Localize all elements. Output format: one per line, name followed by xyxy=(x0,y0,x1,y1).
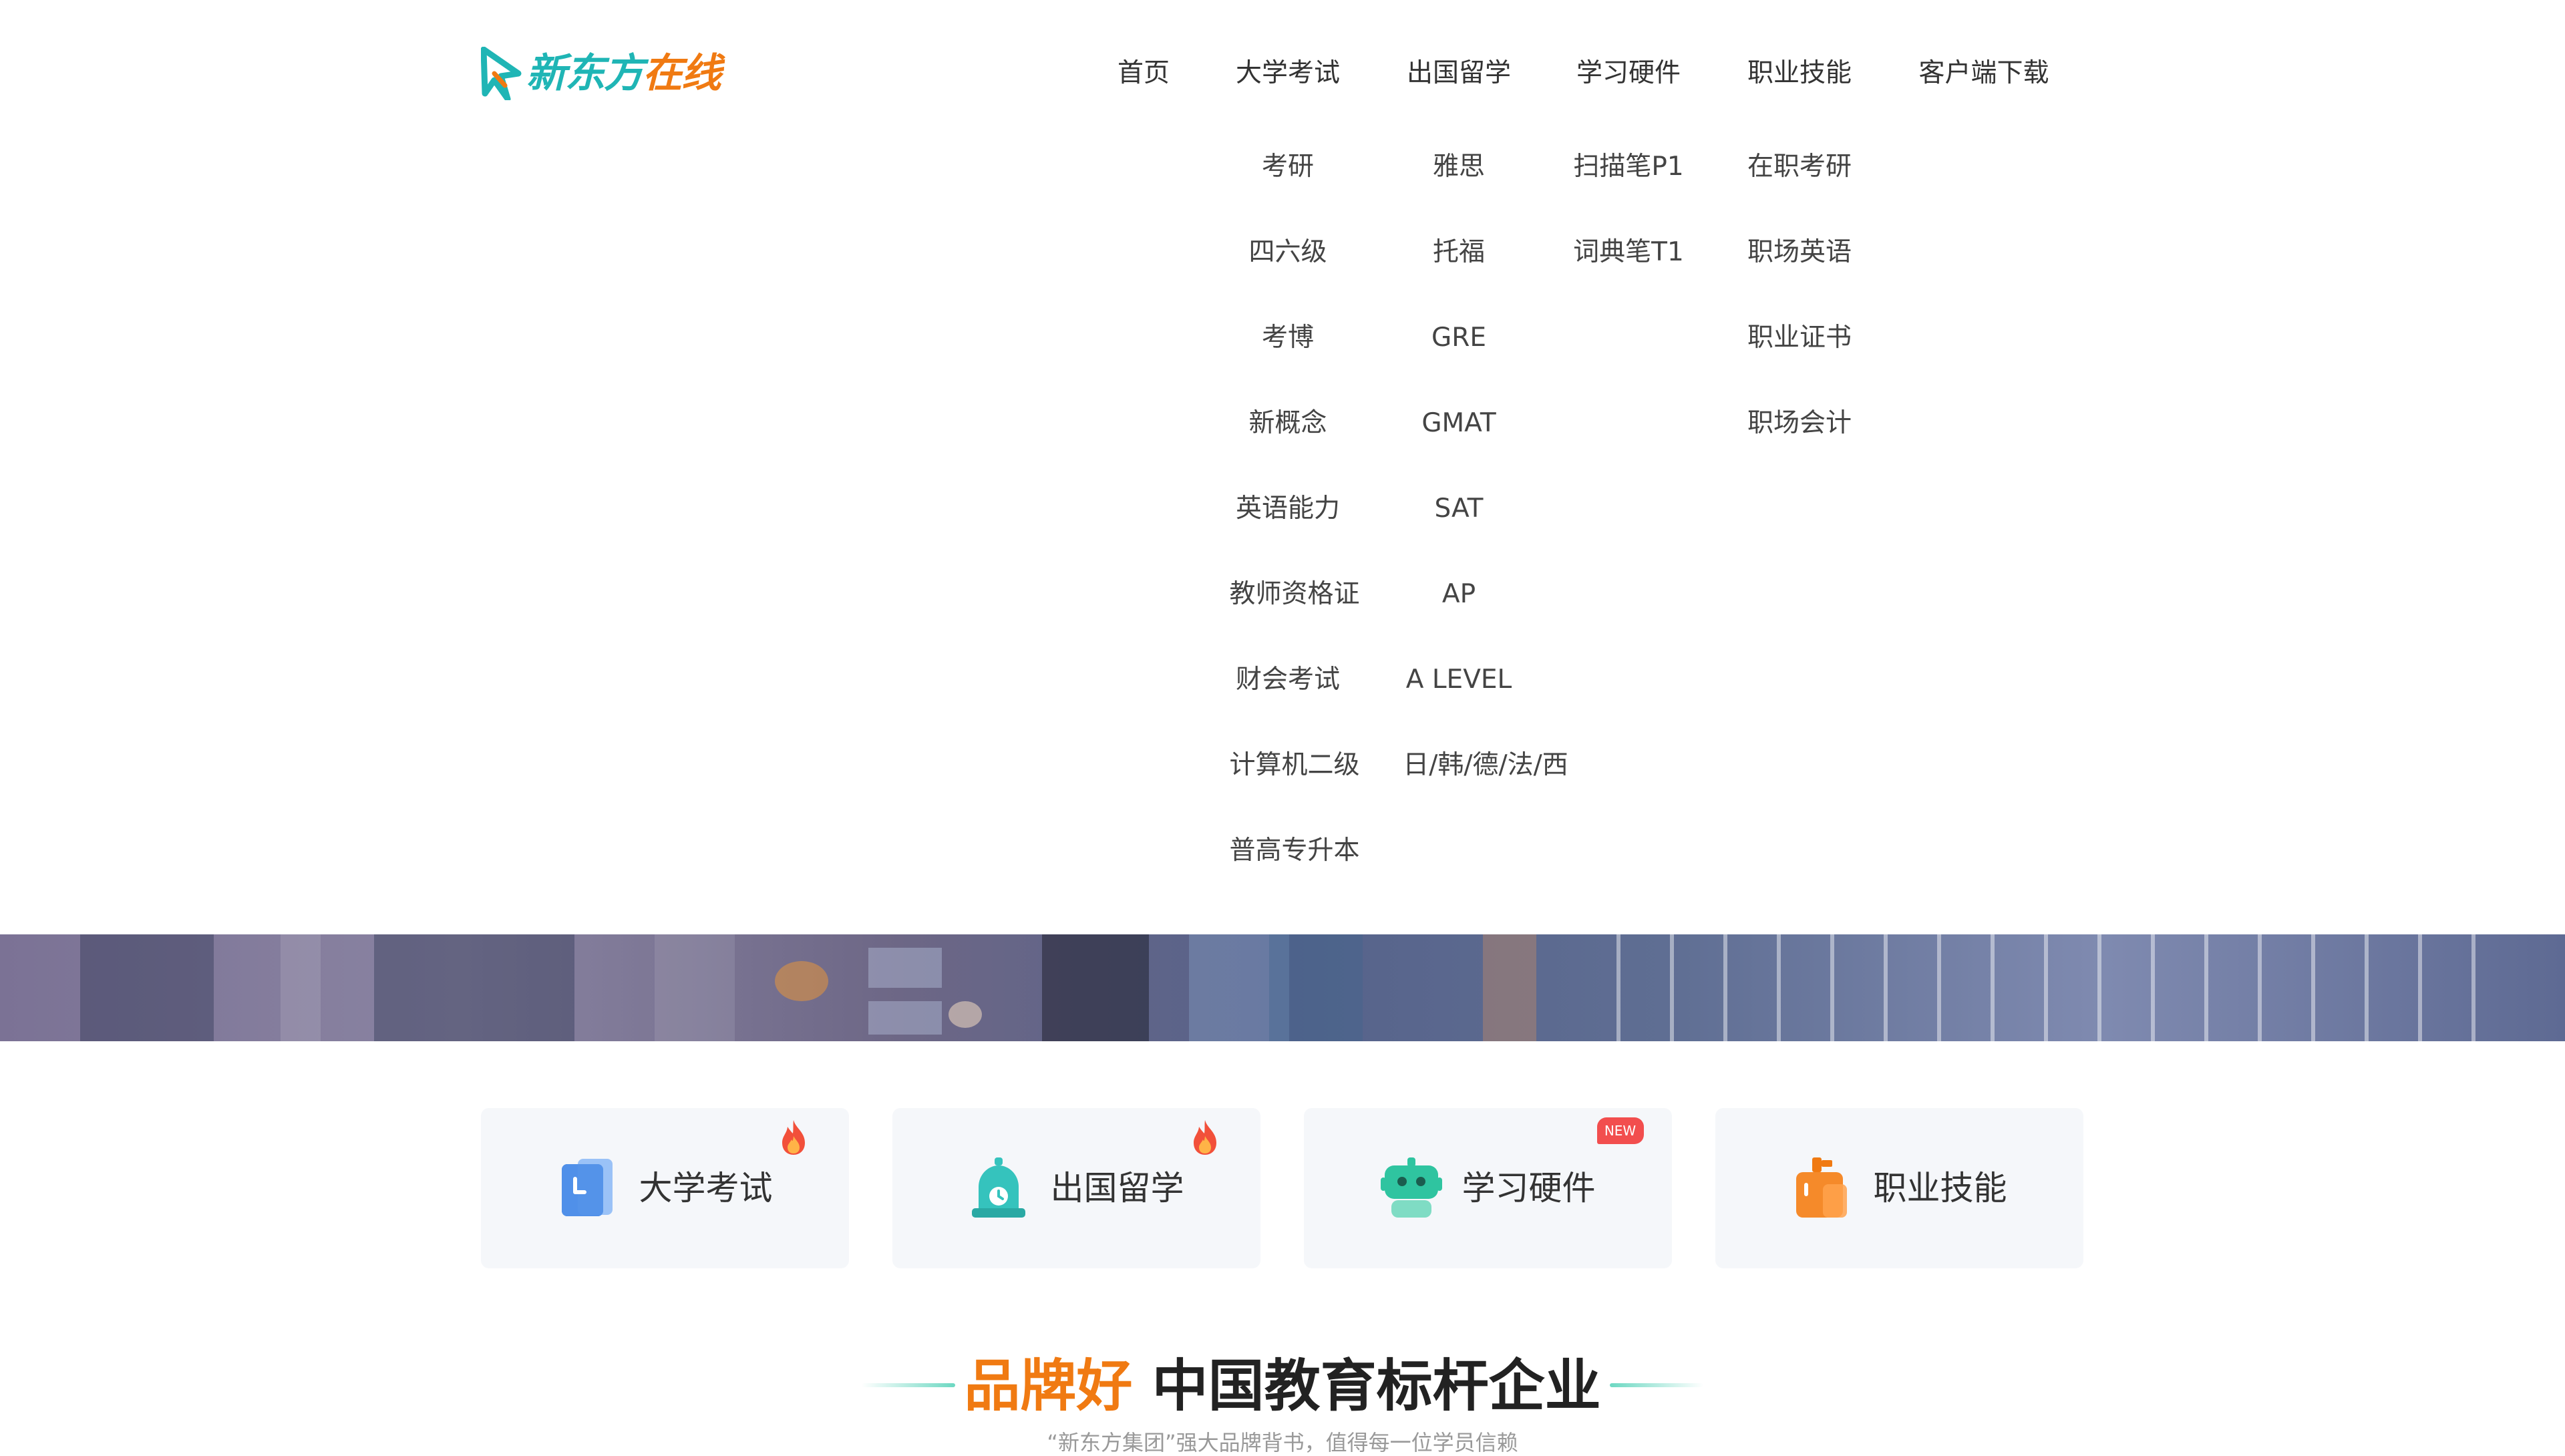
site-logo[interactable]: 新东方在线 xyxy=(481,44,721,103)
fire-icon xyxy=(782,1120,805,1155)
card-label: 职业技能 xyxy=(1873,1169,2007,1208)
submenu-item-career-cert[interactable]: 职业证书 xyxy=(1719,318,1880,358)
submenu-item-dictionary-pen-t1[interactable]: 词典笔T1 xyxy=(1548,232,1709,272)
submenu-item-new-concept[interactable]: 新概念 xyxy=(1208,403,1368,443)
section-title-rest: 中国教育标杆企业 xyxy=(1152,1353,1601,1419)
submenu-item-accounting-exam[interactable]: 财会考试 xyxy=(1208,660,1368,700)
submenu-item-kaobo[interactable]: 考博 xyxy=(1208,318,1368,358)
card-label: 出国留学 xyxy=(1050,1169,1184,1208)
title-decoration-right xyxy=(1610,1383,1703,1387)
card-college-exams[interactable]: 大学考试 xyxy=(481,1108,849,1268)
logo-text-online: 在线 xyxy=(643,50,721,97)
card-career-skills[interactable]: 职业技能 xyxy=(1715,1108,2083,1268)
submenu-item-onjob-kaoyan[interactable]: 在职考研 xyxy=(1719,147,1880,187)
section-title-highlight: 品牌好 xyxy=(964,1353,1133,1419)
card-label: 学习硬件 xyxy=(1462,1169,1596,1208)
nav-career-skills[interactable]: 职业技能 xyxy=(1746,53,1853,94)
submenu-item-scan-pen-p1[interactable]: 扫描笔P1 xyxy=(1548,147,1709,187)
nav-study-abroad[interactable]: 出国留学 xyxy=(1405,53,1512,94)
submenu-item-minor-languages[interactable]: 日/韩/德/法/西 xyxy=(1392,745,1579,785)
nav-home[interactable]: 首页 xyxy=(1114,53,1173,94)
section-title: 品牌好 中国教育标杆企业 xyxy=(0,1349,2565,1423)
submenu-item-gre[interactable]: GRE xyxy=(1379,318,1539,358)
submenu-item-upgrade-degree[interactable]: 普高专升本 xyxy=(1214,831,1375,871)
submenu-item-workplace-english[interactable]: 职场英语 xyxy=(1719,232,1880,272)
submenu-item-workplace-accounting[interactable]: 职场会计 xyxy=(1719,403,1880,443)
hero-banner xyxy=(0,934,2565,1041)
nav-client-download[interactable]: 客户端下载 xyxy=(1916,53,2052,94)
submenu-item-cet[interactable]: 四六级 xyxy=(1208,232,1368,272)
nav-college-exams[interactable]: 大学考试 xyxy=(1234,53,1341,94)
robot-icon xyxy=(1380,1157,1442,1219)
nav-learning-hardware[interactable]: 学习硬件 xyxy=(1575,53,1682,94)
submenu-item-teacher-cert[interactable]: 教师资格证 xyxy=(1214,574,1375,614)
logo-mark-icon xyxy=(481,47,522,100)
logo-text-brand: 新东方 xyxy=(526,50,644,97)
briefcase-icon xyxy=(1792,1157,1851,1219)
submenu-item-sat[interactable]: SAT xyxy=(1379,489,1539,529)
submenu-item-computer-level2[interactable]: 计算机二级 xyxy=(1214,745,1375,785)
submenu-item-kaoyan[interactable]: 考研 xyxy=(1208,147,1368,187)
bell-clock-icon xyxy=(969,1157,1028,1219)
submenu-item-english-ability[interactable]: 英语能力 xyxy=(1208,489,1368,529)
submenu-item-ap[interactable]: AP xyxy=(1379,574,1539,614)
fire-icon xyxy=(1193,1120,1216,1155)
submenu-item-gmat[interactable]: GMAT xyxy=(1379,403,1539,443)
submenu-item-ielts[interactable]: 雅思 xyxy=(1379,147,1539,187)
card-label: 大学考试 xyxy=(639,1169,773,1208)
card-learning-hardware[interactable]: 学习硬件 NEW xyxy=(1304,1108,1672,1268)
card-study-abroad[interactable]: 出国留学 xyxy=(892,1108,1260,1268)
new-badge: NEW xyxy=(1596,1117,1644,1144)
submenu-item-a-level[interactable]: A LEVEL xyxy=(1379,660,1539,700)
section-subtitle: “新东方集团”强大品牌背书，值得每一位学员信赖 xyxy=(1047,1430,1518,1455)
submenu-item-toefl[interactable]: 托福 xyxy=(1379,232,1539,272)
book-icon xyxy=(558,1157,617,1219)
